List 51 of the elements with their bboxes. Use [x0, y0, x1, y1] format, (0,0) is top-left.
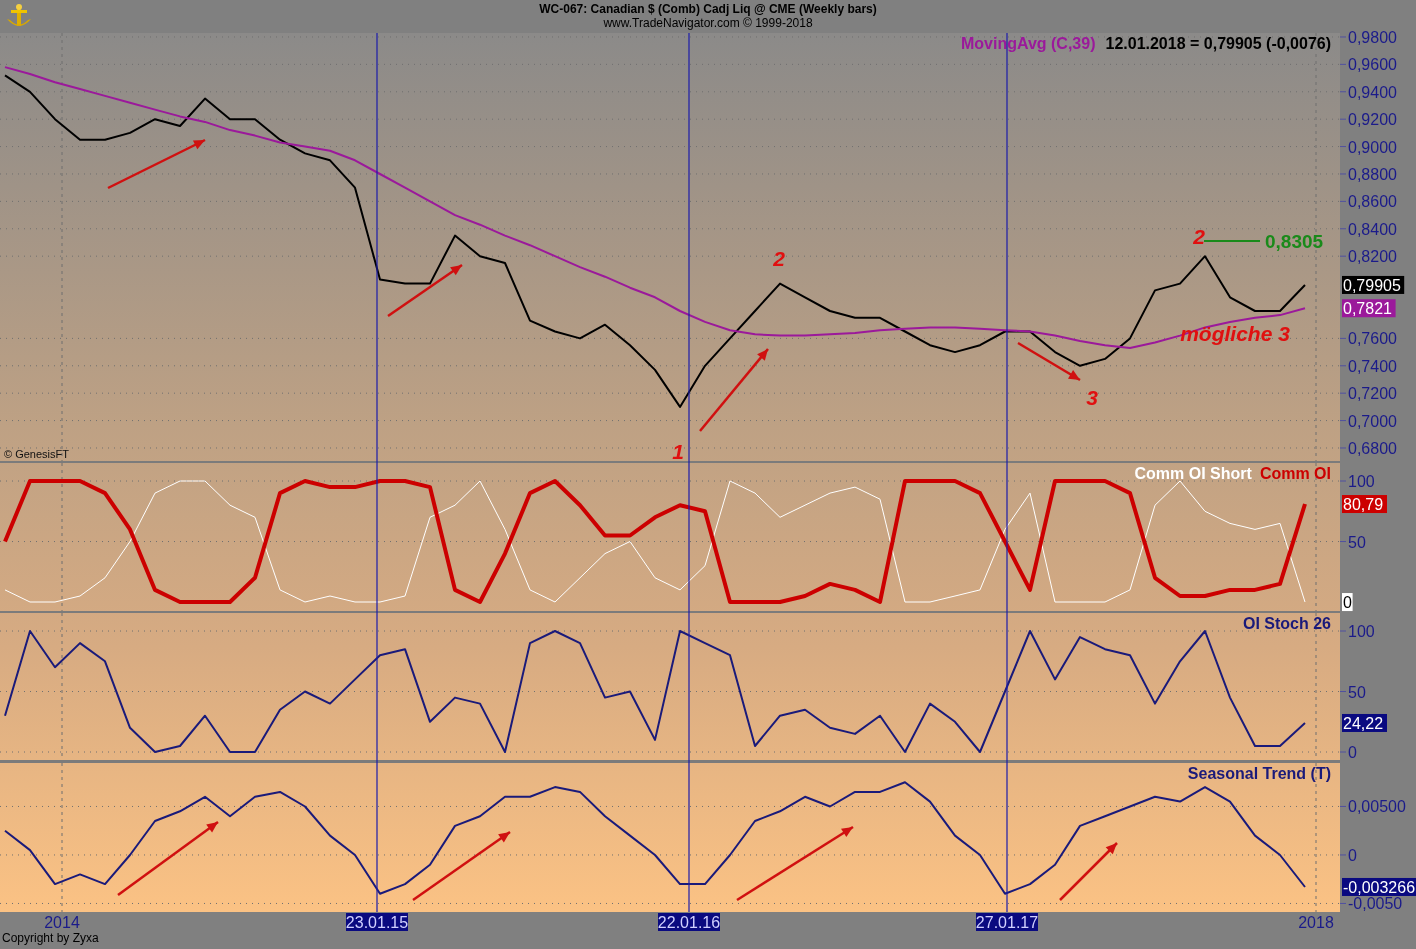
legend-label: Comm OI — [1259, 465, 1331, 482]
trend-arrow — [1017, 341, 1081, 382]
wave-label: 3 — [1086, 386, 1098, 409]
axis-tick-label: 0,9000 — [1348, 138, 1397, 156]
axis-tick-label: 0,7200 — [1348, 385, 1397, 403]
axis-tick-label: 0,7400 — [1348, 357, 1397, 375]
value-flag: -0,003266 — [1342, 877, 1416, 896]
axis-tick-label: 0,9400 — [1348, 83, 1397, 101]
wave-label: 2 — [773, 247, 785, 270]
date-marker-label: 23.01.15 — [345, 913, 409, 931]
date-marker-label: 22.01.16 — [657, 913, 721, 931]
source-note: © GenesisFT — [4, 448, 69, 460]
axis-tick-label: 0,7600 — [1348, 330, 1397, 348]
axis-tick-label: 0,6800 — [1348, 440, 1397, 457]
axis-tick-label: 0,8400 — [1348, 220, 1397, 238]
value-flag: 0 — [1342, 593, 1353, 612]
level-label: 0,8305 — [1265, 231, 1324, 252]
axis-tick-label: 100 — [1348, 473, 1375, 491]
wave-label: 2 — [1193, 225, 1205, 248]
axis-tick-label: 0,8800 — [1348, 166, 1397, 183]
axis-tick-label: 0,9600 — [1348, 56, 1397, 74]
axis-tick-label: 0,9800 — [1348, 30, 1397, 46]
copyright-note: Copyright by Zyxa — [1, 931, 100, 945]
trend-arrow — [1059, 842, 1118, 901]
axis-tick-label: 100 — [1348, 623, 1375, 641]
legend-value: 12.01.2018 = 0,79905 (-0,0076) — [1105, 35, 1331, 52]
wave-label: mögliche 3 — [1180, 322, 1290, 345]
axis-tick-label: 0,9200 — [1348, 111, 1397, 129]
legend-label: Seasonal Trend (T) — [1187, 765, 1331, 782]
axis-tick-label: 0,00500 — [1348, 798, 1406, 816]
legend-label: OI Stoch 26 — [1242, 615, 1331, 632]
axis-tick-label: 50 — [1348, 683, 1366, 701]
wave-label: 1 — [672, 440, 684, 463]
value-flag: 24,22 — [1342, 714, 1387, 732]
axis-tick-label: 0 — [1348, 744, 1357, 761]
legend-label: Comm OI Short — [1134, 465, 1252, 482]
value-flag: 0,79905 — [1342, 275, 1405, 294]
date-label: 2014 — [44, 914, 80, 931]
axis-tick-label: 0,8600 — [1348, 193, 1397, 211]
axis-tick-label: -0,0050 — [1348, 895, 1403, 913]
value-flag: 80,79 — [1342, 495, 1387, 513]
axis-tick-label: 0,7000 — [1348, 412, 1397, 430]
value-flag: 0,7821 — [1342, 299, 1396, 318]
axis-tick-label: 50 — [1348, 533, 1366, 551]
level-line — [1203, 240, 1261, 242]
date-marker-label: 27.01.17 — [975, 913, 1039, 931]
axis-tick-label: 0,8200 — [1348, 248, 1397, 266]
axis-tick-label: 0 — [1348, 846, 1357, 864]
chart-title: WC-067: Canadian $ (Comb) Cadj Liq @ CME (Weekly bars) — [539, 2, 877, 16]
chart-subtitle: www.TradeNavigator.com © 1999-2018 — [603, 16, 813, 30]
date-label: 2018 — [1298, 914, 1334, 931]
